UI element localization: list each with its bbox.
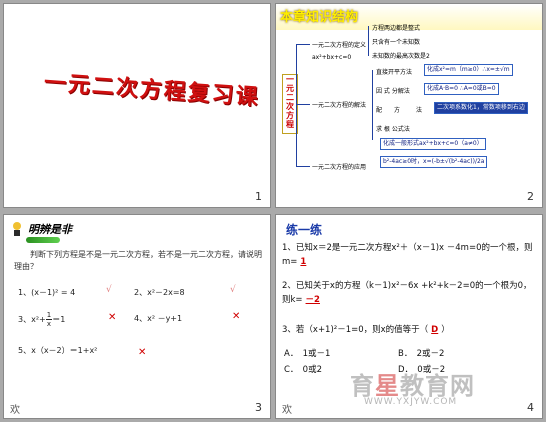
question-1: 1、已知x＝2是一元二次方程x²＋（x－1)x －4m=0的一个根，则m= 1 [282, 241, 538, 269]
method-formula-general-box: 化成一般形式ax²+bx+c=0（a≠0） [380, 138, 486, 150]
site-watermark-url: WWW.YXJYW.COM [364, 397, 458, 407]
definition-point-3: 未知数的最高次数是2 [372, 53, 430, 60]
tree-line [296, 104, 310, 105]
tree-line [296, 166, 310, 167]
slide-1-title: 一元二次方程复习课 [43, 69, 261, 111]
method-complete-square-2: 方 [394, 107, 401, 114]
slide-thumbnail-2[interactable]: 本章知识结构 一元二次方程 一元二次方程的定义 ax²+bx+c=0 一元二次方… [275, 3, 543, 208]
tree-line [372, 70, 373, 140]
tree-line [296, 44, 310, 45]
method-formula-roots-box: b²-4ac≥0时，x=(-b±√(b²-4ac))/2a [380, 156, 488, 168]
watermark-char-1: 育 [350, 371, 375, 400]
node-application: 一元二次方程的应用 [312, 164, 367, 171]
definition-point-1: 方程两边都是整式 [372, 25, 421, 32]
watermark-char-rest: 教育网 [400, 371, 475, 400]
question-2-answer: －2 [305, 295, 320, 305]
slide-thumbnail-3[interactable]: 明辨是非 判断下列方程是不是一元二次方程，若不是一元二次方程，请说明理由？ 1、… [3, 214, 271, 419]
method-complete-square-1: 配 [376, 107, 383, 114]
definition-point-2: 只含有一个未知数 [372, 39, 421, 46]
thinking-figure-icon [13, 222, 21, 236]
slide-4-page-number: 4 [527, 401, 534, 414]
slide-3-corner-text: 欢 [10, 405, 20, 416]
question-2: 2、已知关于x的方程（k－1)x²－6x +k²+k－2=0的一个根为0，则k=… [282, 279, 538, 307]
slide-3-instructions: 判断下列方程是不是一元二次方程，若不是一元二次方程，请说明理由？ [14, 250, 262, 271]
node-definition-formula: ax²+bx+c=0 [312, 54, 352, 61]
equation-3: 3、x²+ 1 x ＝1 [18, 311, 65, 328]
structure-root-label: 一元二次方程 [286, 75, 294, 129]
method-direct-root-box: 化成x²=m（m≥0）∴x=±√m [424, 64, 513, 76]
site-watermark-logo: 育星教育网 [350, 366, 475, 401]
equation-3-right: ＝1 [52, 315, 66, 324]
tree-line [368, 26, 369, 56]
fraction-denominator: x [46, 320, 52, 328]
correct-mark-2: √ [230, 285, 236, 295]
equation-5: 5、x（x－2）＝1+x² [18, 346, 98, 355]
method-factoring: 因 式 分解法 [376, 88, 410, 95]
method-complete-square-box: 二次项系数化1，常数项移到右边 [434, 102, 528, 114]
equation-1: 1、(x－1)² = 4 [18, 288, 76, 297]
option-c: C． 0或2 [284, 365, 323, 375]
slide-thumbnail-1[interactable]: 一元二次方程复习课 1 [3, 3, 271, 208]
question-3-answer: D [431, 325, 439, 335]
node-definition: 一元二次方程的定义 [312, 42, 367, 49]
question-3-text: 3、若（x+1)²－1=0，则x的值等于（ [282, 325, 429, 335]
slide-4-corner-text: 欢 [282, 405, 292, 416]
slide-2-page-number: 2 [527, 190, 534, 203]
method-direct-root: 直接开平方法 [376, 69, 413, 76]
question-1-answer: 1 [300, 257, 307, 267]
slide-2-title: 本章知识结构 [280, 10, 359, 25]
method-quadratic-formula: 求 根 公式法 [376, 126, 410, 133]
wrong-mark-3: ✕ [108, 312, 117, 323]
tree-line [296, 44, 297, 166]
method-factoring-box: 化成A·B=0 ∴A=0或B=0 [424, 83, 499, 95]
slide-3-title: 明辨是非 [28, 223, 72, 236]
watermark-char-2: 星 [375, 371, 400, 400]
question-3: 3、若（x+1)²－1=0，则x的值等于（ D） [282, 323, 538, 337]
equation-4: 4、x² －y+1 [134, 314, 183, 323]
slide-4-title: 练一练 [286, 223, 323, 237]
node-solutions: 一元二次方程的解法 [312, 102, 367, 109]
equation-2: 2、x²－2x=8 [134, 288, 185, 297]
wrong-mark-5: ✕ [138, 347, 147, 358]
wrong-mark-4: ✕ [232, 311, 241, 322]
option-a: A． 1或－1 [284, 349, 331, 359]
method-complete-square-3: 法 [416, 107, 423, 114]
question-1-text: 1、已知x＝2是一元二次方程x²＋（x－1)x －4m=0的一个根，则m= [282, 243, 533, 267]
option-b: B． 2或－2 [398, 349, 445, 359]
equation-3-left: 3、x²+ [18, 315, 46, 324]
slide-1-page-number: 1 [255, 190, 262, 203]
slide-3-page-number: 3 [255, 401, 262, 414]
correct-mark-1: √ [106, 285, 112, 295]
title-underline-bar [26, 237, 60, 243]
question-3-close: ） [441, 325, 450, 335]
